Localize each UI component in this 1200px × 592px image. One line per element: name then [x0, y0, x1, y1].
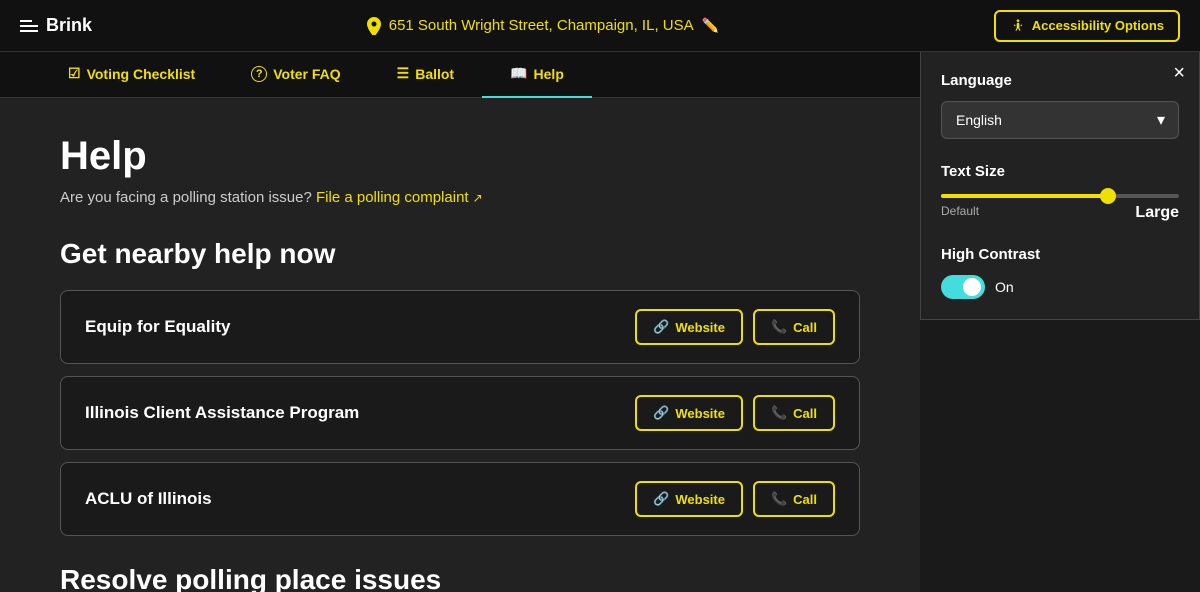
- toggle-on-label: On: [995, 279, 1014, 295]
- illinois-client-website-button[interactable]: 🔗 Website: [635, 395, 743, 431]
- text-size-section: Text Size Default Large: [941, 163, 1179, 222]
- org-card-illinois-client: Illinois Client Assistance Program 🔗 Web…: [60, 376, 860, 450]
- complaint-link-text: File a polling complaint: [316, 189, 469, 206]
- help-icon: 📖: [510, 65, 527, 82]
- aclu-website-button[interactable]: 🔗 Website: [635, 481, 743, 517]
- nav-label-voter-faq: Voter FAQ: [273, 66, 340, 82]
- subtitle-text: Are you facing a polling station issue?: [60, 189, 312, 206]
- link-icon: 🔗: [653, 319, 669, 335]
- phone-icon-3: 📞: [771, 491, 787, 507]
- resolve-title: Resolve polling place issues: [60, 564, 860, 592]
- accessibility-button[interactable]: Accessibility Options: [994, 10, 1180, 42]
- header: Brink 651 South Wright Street, Champaign…: [0, 0, 1200, 52]
- org-name-equip: Equip for Equality: [85, 317, 230, 337]
- accessibility-btn-label: Accessibility Options: [1032, 18, 1164, 33]
- close-icon: ×: [1173, 62, 1185, 84]
- toggle-row: On: [941, 275, 1179, 299]
- org-card-equip: Equip for Equality 🔗 Website 📞 Call: [60, 290, 860, 364]
- accessibility-icon: [1010, 18, 1026, 34]
- language-select-wrapper: English Spanish French Mandarin Arabic: [941, 101, 1179, 139]
- voting-checklist-icon: ☑: [68, 65, 81, 82]
- logo-text: Brink: [46, 15, 92, 36]
- logo-icon: [20, 20, 38, 32]
- high-contrast-label: High Contrast: [941, 246, 1179, 263]
- nearby-help-title: Get nearby help now: [60, 238, 860, 270]
- nav-label-help: Help: [534, 66, 564, 82]
- org-name-aclu: ACLU of Illinois: [85, 489, 212, 509]
- nav-label-voting-checklist: Voting Checklist: [87, 66, 196, 82]
- address-text: 651 South Wright Street, Champaign, IL, …: [389, 17, 694, 34]
- language-select[interactable]: English Spanish French Mandarin Arabic: [941, 101, 1179, 139]
- page-title: Help: [60, 134, 860, 179]
- phone-icon-2: 📞: [771, 405, 787, 421]
- high-contrast-section: High Contrast On: [941, 246, 1179, 299]
- voter-faq-icon: ?: [251, 66, 267, 82]
- high-contrast-toggle[interactable]: [941, 275, 985, 299]
- org-name-illinois-client: Illinois Client Assistance Program: [85, 403, 359, 423]
- equip-website-button[interactable]: 🔗 Website: [635, 309, 743, 345]
- nav-item-help[interactable]: 📖 Help: [482, 52, 592, 98]
- nav-item-voting-checklist[interactable]: ☑ Voting Checklist: [40, 52, 223, 98]
- nav-item-voter-faq[interactable]: ? Voter FAQ: [223, 52, 368, 98]
- complaint-link[interactable]: File a polling complaint ↗: [316, 189, 483, 206]
- org-actions-illinois-client: 🔗 Website 📞 Call: [635, 395, 835, 431]
- org-card-aclu: ACLU of Illinois 🔗 Website 📞 Call: [60, 462, 860, 536]
- link-icon-3: 🔗: [653, 491, 669, 507]
- location-icon: [367, 17, 381, 35]
- nav-label-ballot: Ballot: [415, 66, 454, 82]
- panel-close-button[interactable]: ×: [1173, 62, 1185, 85]
- language-section-label: Language: [941, 72, 1179, 89]
- address-bar: 651 South Wright Street, Champaign, IL, …: [367, 17, 719, 35]
- aclu-call-button[interactable]: 📞 Call: [753, 481, 835, 517]
- illinois-client-call-button[interactable]: 📞 Call: [753, 395, 835, 431]
- external-link-icon: ↗: [473, 191, 483, 205]
- nav-item-ballot[interactable]: ☰ Ballot: [369, 52, 482, 98]
- phone-icon: 📞: [771, 319, 787, 335]
- main-content: Help Are you facing a polling station is…: [0, 98, 920, 592]
- accessibility-panel: × Language English Spanish French Mandar…: [920, 52, 1200, 320]
- equip-call-button[interactable]: 📞 Call: [753, 309, 835, 345]
- link-icon-2: 🔗: [653, 405, 669, 421]
- logo: Brink: [20, 15, 92, 36]
- org-actions-aclu: 🔗 Website 📞 Call: [635, 481, 835, 517]
- edit-icon[interactable]: ✏️: [702, 17, 719, 34]
- subtitle: Are you facing a polling station issue? …: [60, 189, 860, 206]
- ballot-icon: ☰: [397, 65, 410, 82]
- text-size-label: Text Size: [941, 163, 1179, 180]
- org-actions-equip: 🔗 Website 📞 Call: [635, 309, 835, 345]
